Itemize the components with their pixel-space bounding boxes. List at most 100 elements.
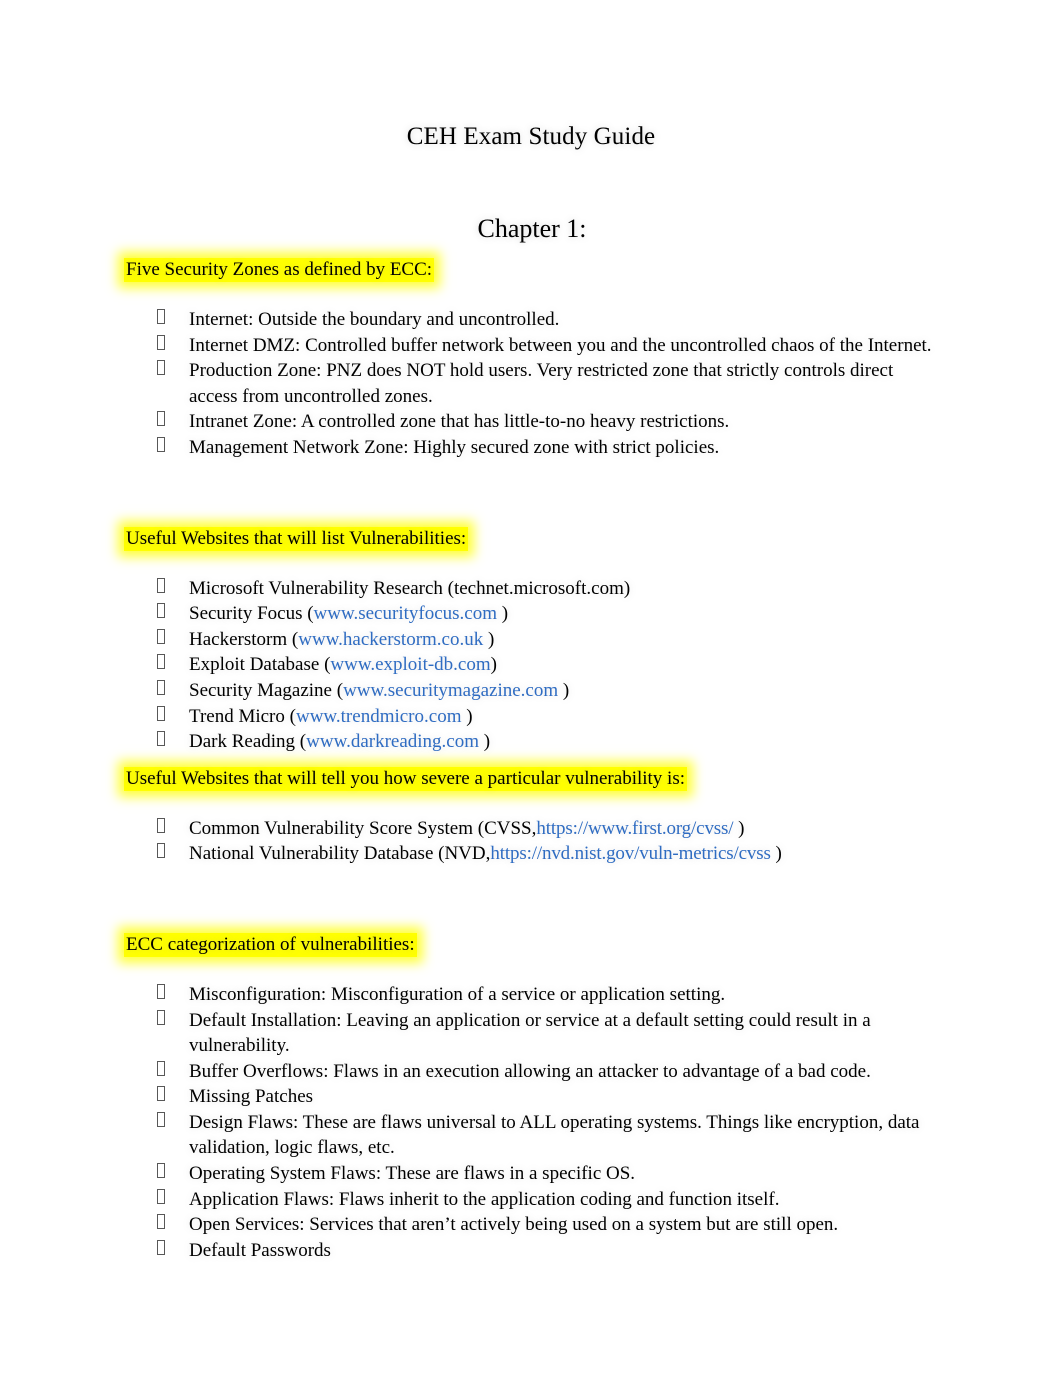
- list-item: Intranet Zone: A controlled zone that ha…: [124, 409, 944, 435]
- list-item-text: Open Services: Services that aren’t acti…: [189, 1214, 839, 1236]
- list-ecc-categorization: Misconfiguration: Misconfiguration of a …: [124, 982, 944, 1264]
- list-item: Microsoft Vulnerability Research (techne…: [124, 576, 944, 602]
- list-item-suffix: ): [490, 654, 497, 676]
- chapter-heading: Chapter 1:: [477, 214, 587, 243]
- bullet-box-icon: [157, 705, 165, 721]
- bullet-box-icon: [157, 731, 165, 747]
- list-item-suffix: ): [479, 731, 491, 753]
- hyperlink-securitymagazine[interactable]: www.securitymagazine.com: [343, 680, 558, 701]
- list-item: Security Magazine (www.securitymagazine.…: [124, 678, 944, 704]
- list-useful-websites: Microsoft Vulnerability Research (techne…: [124, 576, 944, 755]
- bullet-box-icon: [157, 1060, 165, 1076]
- section-heading-ecc-categorization: ECC categorization of vulnerabilities:: [124, 932, 944, 957]
- bullet-box-icon: [157, 1086, 165, 1102]
- list-item-prefix: Trend Micro (: [189, 705, 296, 727]
- hyperlink-exploit-db[interactable]: www.exploit-db.com: [330, 654, 490, 675]
- list-item-text: Design Flaws: These are flaws universal …: [189, 1111, 920, 1159]
- list-item: Design Flaws: These are flaws universal …: [124, 1110, 944, 1161]
- hyperlink-nvd-nist-cvss[interactable]: https://nvd.nist.gov/vuln-metrics/cvss: [490, 843, 771, 864]
- list-item-suffix: ): [770, 843, 782, 865]
- list-item: Management Network Zone: Highly secured …: [124, 435, 944, 461]
- section-heading-useful-websites-severity: Useful Websites that will tell you how s…: [124, 766, 944, 791]
- document-page: CEH Exam Study Guide Chapter 1: Five Sec…: [0, 0, 1062, 1377]
- bullet-box-icon: [157, 436, 165, 452]
- list-item: Internet DMZ: Controlled buffer network …: [124, 333, 944, 359]
- list-item: Security Focus (www.securityfocus.com ): [124, 601, 944, 627]
- list-item: National Vulnerability Database (NVD,htt…: [124, 841, 944, 867]
- bullet-box-icon: [157, 983, 165, 999]
- bullet-box-icon: [157, 603, 165, 619]
- list-item-text: Management Network Zone: Highly secured …: [189, 436, 720, 458]
- list-item-prefix: National Vulnerability Database (NVD,: [189, 843, 491, 865]
- bullet-box-icon: [157, 309, 165, 324]
- bullet-box-icon: [157, 1239, 165, 1255]
- bullet-box-icon: [157, 628, 165, 644]
- list-item-prefix: Security Focus (: [189, 603, 314, 625]
- highlighted-text: Useful Websites that will tell you how s…: [124, 766, 688, 791]
- hyperlink-securityfocus[interactable]: www.securityfocus.com: [314, 603, 497, 624]
- bullet-box-icon: [157, 843, 165, 859]
- list-item: Buffer Overflows: Flaws in an execution …: [124, 1059, 944, 1085]
- bullet-box-icon: [157, 1163, 165, 1179]
- section-heading-five-security-zones: Five Security Zones as defined by ECC:: [124, 258, 944, 282]
- list-item: Internet: Outside the boundary and uncon…: [124, 307, 944, 333]
- bullet-box-icon: [157, 577, 165, 593]
- list-item: Dark Reading (www.darkreading.com ): [124, 729, 944, 755]
- list-item: Operating System Flaws: These are flaws …: [124, 1161, 944, 1187]
- list-item: Common Vulnerability Score System (CVSS,…: [124, 816, 944, 842]
- list-item-prefix: Dark Reading (: [189, 731, 307, 753]
- list-item: Missing Patches: [124, 1084, 944, 1110]
- list-item-text: Default Passwords: [189, 1239, 331, 1261]
- list-item-text: Application Flaws: Flaws inherit to the …: [189, 1188, 780, 1210]
- list-item-text: Microsoft Vulnerability Research (techne…: [189, 577, 631, 599]
- list-item: Trend Micro (www.trendmicro.com ): [124, 704, 944, 730]
- list-severity-websites: Common Vulnerability Score System (CVSS,…: [124, 816, 944, 867]
- hyperlink-first-org-cvss[interactable]: https://www.first.org/cvss/: [536, 818, 733, 839]
- highlighted-text: Useful Websites that will list Vulnerabi…: [124, 526, 469, 551]
- list-item-text: Production Zone: PNZ does NOT hold users…: [189, 360, 894, 407]
- list-item-prefix: Security Magazine (: [189, 679, 344, 701]
- list-item-suffix: ): [733, 817, 745, 839]
- list-item: Production Zone: PNZ does NOT hold users…: [124, 358, 944, 409]
- hyperlink-darkreading[interactable]: www.darkreading.com: [306, 731, 479, 752]
- list-item-text: Internet DMZ: Controlled buffer network …: [189, 334, 932, 356]
- bullet-box-icon: [157, 360, 165, 376]
- hyperlink-hackerstorm[interactable]: www.hackerstorm.co.uk: [298, 629, 483, 650]
- bullet-box-icon: [157, 334, 165, 350]
- list-item: Hackerstorm (www.hackerstorm.co.uk ): [124, 627, 944, 653]
- list-item-suffix: ): [497, 603, 509, 625]
- bullet-box-icon: [157, 654, 165, 670]
- list-item: Misconfiguration: Misconfiguration of a …: [124, 982, 944, 1008]
- list-item-text: Misconfiguration: Misconfiguration of a …: [189, 983, 726, 1005]
- page-title: CEH Exam Study Guide: [406, 123, 656, 150]
- list-item: Default Installation: Leaving an applica…: [124, 1008, 944, 1059]
- list-item-text: Default Installation: Leaving an applica…: [189, 1009, 871, 1057]
- section-heading-useful-websites-list: Useful Websites that will list Vulnerabi…: [124, 526, 944, 551]
- bullet-box-icon: [157, 1214, 165, 1230]
- highlighted-text: Five Security Zones as defined by ECC:: [124, 258, 435, 282]
- list-item-text: Missing Patches: [189, 1086, 314, 1108]
- list-item: Exploit Database (www.exploit-db.com): [124, 652, 944, 678]
- list-item-text: Buffer Overflows: Flaws in an execution …: [189, 1060, 871, 1082]
- list-item-suffix: ): [483, 628, 495, 650]
- bullet-box-icon: [157, 1111, 165, 1127]
- list-item-prefix: Common Vulnerability Score System (CVSS,: [189, 817, 537, 839]
- highlighted-text: ECC categorization of vulnerabilities:: [124, 932, 417, 957]
- list-five-security-zones: Internet: Outside the boundary and uncon…: [124, 307, 944, 461]
- document-body: Five Security Zones as defined by ECC: I…: [124, 258, 944, 1263]
- bullet-box-icon: [157, 679, 165, 695]
- list-item: Default Passwords: [124, 1238, 944, 1264]
- list-item: Application Flaws: Flaws inherit to the …: [124, 1187, 944, 1213]
- bullet-box-icon: [157, 1188, 165, 1204]
- list-item-prefix: Hackerstorm (: [189, 628, 299, 650]
- bullet-box-icon: [157, 1009, 165, 1025]
- list-item-prefix: Exploit Database (: [189, 654, 331, 676]
- hyperlink-trendmicro[interactable]: www.trendmicro.com: [296, 706, 462, 727]
